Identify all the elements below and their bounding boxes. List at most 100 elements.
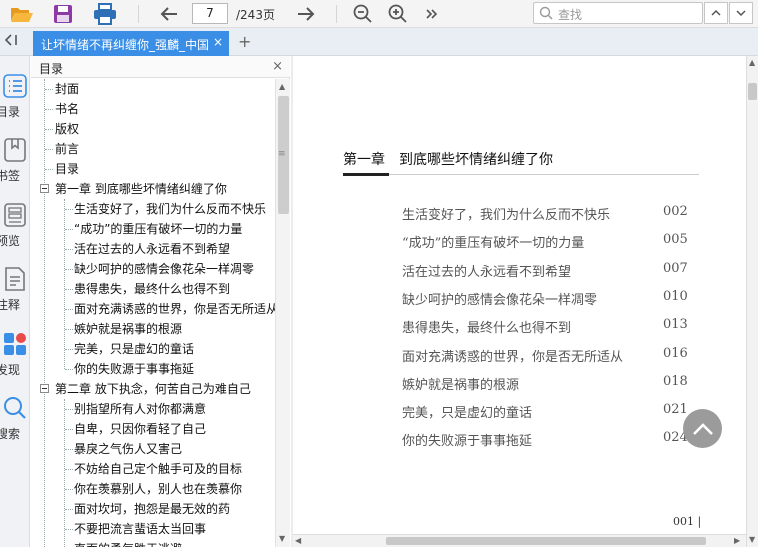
toc-scrollbar[interactable]: ▲ ≡ ▼ [275, 79, 290, 547]
annotation-icon [5, 267, 25, 291]
add-tab-icon[interactable]: + [238, 32, 251, 51]
toc-section-item[interactable]: 别指望所有人对你都满意 [31, 399, 275, 419]
toc-section-item[interactable]: 你在羡慕别人，别人也在羡慕你 [31, 479, 275, 499]
collapse-sidebar-icon[interactable] [4, 33, 24, 51]
rail-item-toc[interactable]: 目录 [0, 74, 30, 120]
arrow-left-icon[interactable] [157, 2, 181, 26]
toc-section-item[interactable]: 你的失败源于事事拖延 [31, 359, 275, 379]
tree-connector [45, 169, 53, 170]
toc-chapter-item[interactable]: 书名 [31, 99, 275, 119]
toc-chapter-item[interactable]: 目录 [31, 159, 275, 179]
document-toc-entry[interactable]: 完美，只是虚幻的童话 021 [402, 402, 702, 422]
document-toc-entry[interactable]: 缺少呵护的感情会像花朵一样凋零 010 [402, 289, 702, 309]
rail-label: 预览 [0, 234, 21, 248]
tree-connector [65, 509, 73, 510]
toc-section-item[interactable]: 生活变好了，我们为什么反而不快乐 [31, 199, 275, 219]
scroll-to-top-button[interactable] [683, 409, 722, 448]
entry-page-number: 007 [663, 260, 688, 276]
document-toc-entry[interactable]: 嫉妒就是祸事的根源 018 [402, 374, 702, 394]
tree-connector [65, 349, 73, 350]
toc-section-item[interactable]: 活在过去的人永远看不到希望 [31, 239, 275, 259]
toolbar-divider [138, 5, 139, 23]
tab-document[interactable]: 让坏情绪不再纠缠你_强麟_中国 × [33, 31, 229, 56]
page-number-input[interactable]: 7 [192, 3, 228, 24]
toc-chapter-item[interactable]: 前言 [31, 139, 275, 159]
scroll-down-arrow-icon[interactable]: ▼ [279, 534, 285, 543]
search-field[interactable]: 查找 [533, 2, 703, 24]
entry-page-number: 016 [663, 345, 688, 361]
scroll-down-arrow-icon[interactable]: ▼ [749, 535, 755, 544]
toc-section-item[interactable]: 缺少呵护的感情会像花朵一样凋零 [31, 259, 275, 279]
save-icon[interactable] [51, 2, 75, 26]
tab-close-icon[interactable]: × [213, 35, 223, 49]
toc-chapter-item[interactable]: 第一章 到底哪些坏情绪纠缠了你 [31, 179, 275, 199]
toc-section-item[interactable]: 直面的勇气胜于逃避 [31, 539, 275, 547]
search-previous-button[interactable] [704, 2, 728, 24]
preview-icon [4, 203, 26, 227]
tree-connector [65, 469, 73, 470]
tree-connector [45, 149, 53, 150]
document-toc-entry[interactable]: 患得患失，最终什么也得不到 013 [402, 317, 702, 337]
toc-chapter-item[interactable]: 第二章 放下执念，何苦自己为难自己 [31, 379, 275, 399]
toc-section-item[interactable]: 不要把流言蜚语太当回事 [31, 519, 275, 539]
document-vertical-scrollbar[interactable]: ▲ ▼ [746, 56, 758, 547]
toc-item-label: 书名 [55, 102, 80, 116]
toc-item-label: 直面的勇气胜于逃避 [74, 539, 182, 547]
toc-section-item[interactable]: 患得患失，最终什么也得不到 [31, 279, 275, 299]
scroll-left-arrow-icon[interactable]: ◀ [295, 536, 301, 545]
toc-section-item[interactable]: 不妨给自己定个触手可及的目标 [31, 459, 275, 479]
search-icon [539, 6, 553, 23]
toc-item-label: “成功”的重压有破坏一切的力量 [74, 222, 243, 236]
scroll-up-arrow-icon[interactable]: ▲ [749, 58, 755, 67]
rail-item-preview[interactable]: 预览 [0, 203, 30, 249]
search-next-button[interactable] [729, 2, 753, 24]
rail-item-search[interactable]: 搜索 [0, 396, 30, 442]
rail-item-annotation[interactable]: 注释 [0, 267, 30, 313]
rail-label: 注释 [0, 298, 21, 312]
zoom-in-icon[interactable] [386, 2, 410, 26]
toc-section-item[interactable]: 自卑，只因你看轻了自己 [31, 419, 275, 439]
folder-open-icon[interactable] [10, 2, 34, 26]
toc-section-item[interactable]: “成功”的重压有破坏一切的力量 [31, 219, 275, 239]
collapse-toggle-icon[interactable] [40, 184, 49, 193]
rail-item-discover[interactable]: 发现 [0, 332, 30, 378]
toc-item-label: 面对充满诱惑的世界，你是否无所适从 [74, 302, 275, 316]
toc-section-item[interactable]: 嫉妒就是祸事的根源 [31, 319, 275, 339]
zoom-out-icon[interactable] [351, 2, 375, 26]
document-horizontal-scrollbar[interactable]: ◀ ▶ [293, 534, 746, 547]
toc-chapter-item[interactable]: 版权 [31, 119, 275, 139]
document-toc-entry[interactable]: 生活变好了，我们为什么反而不快乐 002 [402, 204, 702, 224]
toc-section-item[interactable]: 面对坎坷，抱怨是最无效的药 [31, 499, 275, 519]
toc-section-item[interactable]: 面对充满诱惑的世界，你是否无所适从 [31, 299, 275, 319]
document-viewport: 第一章 到底哪些坏情绪纠缠了你 生活变好了，我们为什么反而不快乐 002 “成功”的… [291, 56, 758, 547]
chevron-up-icon [692, 422, 713, 435]
tree-connector [45, 109, 53, 110]
page-total-label: /243页 [236, 8, 275, 22]
toc-item-label: 第一章 到底哪些坏情绪纠缠了你 [55, 182, 227, 196]
toc-item-label: 暴戾之气伤人又害己 [74, 442, 183, 456]
tab-title: 让坏情绪不再纠缠你_强麟_中国 [41, 38, 210, 52]
rail-item-bookmark[interactable]: 书签 [0, 138, 30, 184]
print-icon[interactable] [93, 2, 117, 26]
document-toc-entry[interactable]: “成功”的重压有破坏一切的力量 005 [402, 232, 702, 252]
entry-page-number: 005 [663, 232, 688, 248]
document-toc-entry[interactable]: 活在过去的人永远看不到希望 007 [402, 261, 702, 281]
entry-title: 完美，只是虚幻的童话 [402, 406, 533, 422]
scroll-up-arrow-icon[interactable]: ▲ [279, 82, 285, 91]
entry-page-number: 021 [663, 402, 688, 418]
more-icon[interactable] [420, 2, 444, 26]
bookmark-icon [4, 138, 26, 162]
collapse-toggle-icon[interactable] [40, 384, 49, 393]
toc-close-icon[interactable]: × [272, 59, 283, 74]
document-toc-entry[interactable]: 你的失败源于事事拖延 024 [402, 430, 702, 450]
toc-section-item[interactable]: 完美，只是虚幻的童话 [31, 339, 275, 359]
tree-connector [65, 529, 73, 530]
document-scroll-thumb[interactable] [748, 83, 757, 100]
horizontal-scroll-thumb[interactable] [386, 537, 706, 545]
toc-section-item[interactable]: 暴戾之气伤人又害己 [31, 439, 275, 459]
document-toc-entry[interactable]: 面对充满诱惑的世界，你是否无所适从 016 [402, 346, 702, 366]
toc-chapter-item[interactable]: 封面 [31, 79, 275, 99]
scroll-grip-icon: ≡ [278, 149, 286, 159]
scroll-right-arrow-icon[interactable]: ▶ [734, 536, 740, 545]
arrow-right-icon[interactable] [294, 2, 318, 26]
